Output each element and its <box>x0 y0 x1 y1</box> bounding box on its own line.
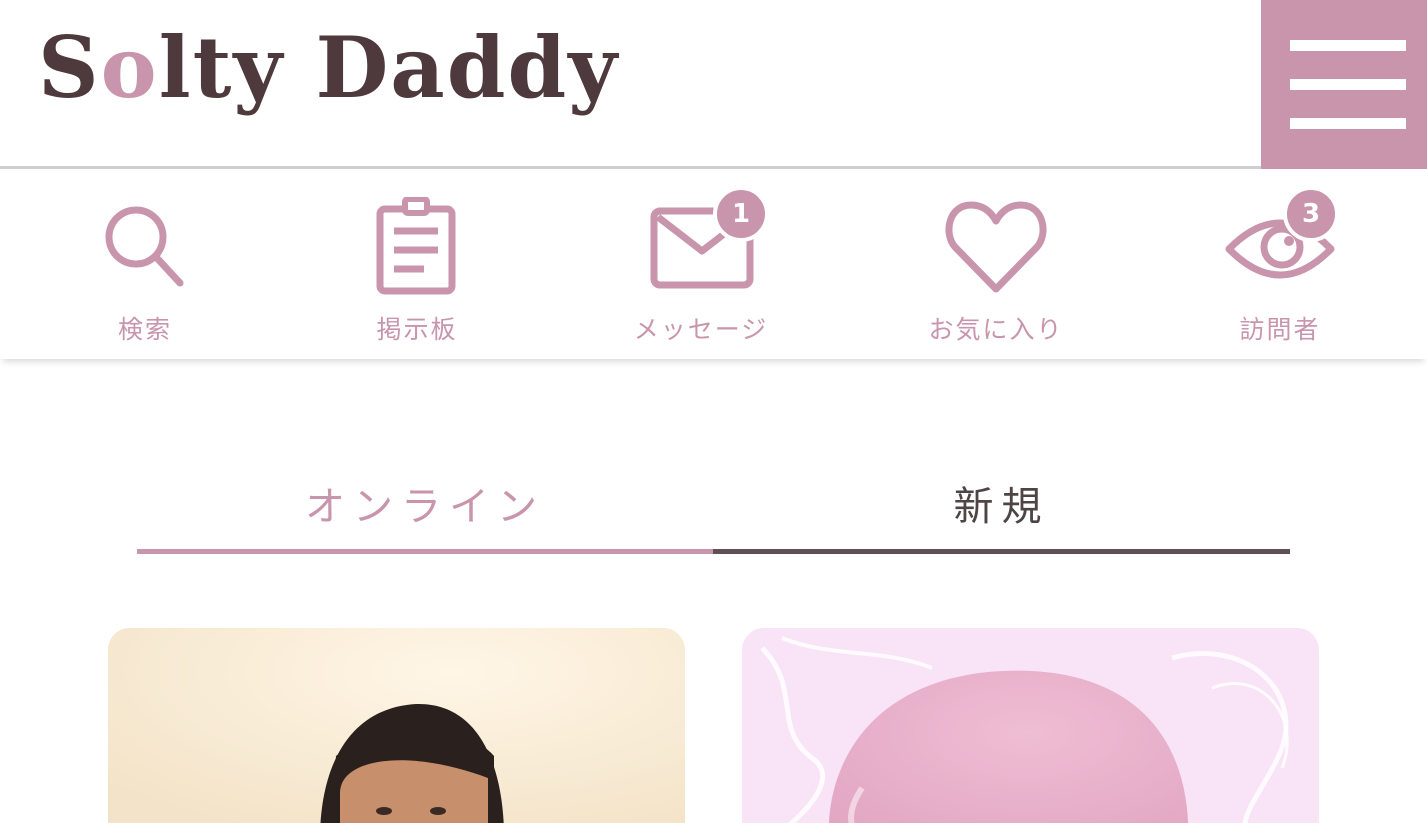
menu-bar-icon <box>1290 79 1406 90</box>
default-avatar-icon <box>760 636 1289 823</box>
visitor-count-badge: 3 <box>1283 186 1339 242</box>
heart-icon <box>945 201 1047 293</box>
profile-photo <box>108 628 685 823</box>
tab-new-label: 新規 <box>953 484 1050 530</box>
icon-nav-bar: 検索 掲示板 1 メッセージ お気に入り 3 訪問者 <box>0 172 1427 359</box>
search-icon <box>105 206 184 287</box>
tab-new[interactable]: 新規 <box>713 468 1290 554</box>
nav-label-favorites: お気に入り <box>928 315 1064 344</box>
logo-text-o: o <box>100 18 159 117</box>
nav-label-visitors: 訪問者 <box>1239 315 1321 344</box>
nav-item-messages[interactable]: 1 メッセージ <box>581 172 821 359</box>
message-count-badge: 1 <box>713 186 769 242</box>
hamburger-menu-button[interactable] <box>1261 0 1427 169</box>
nav-item-favorites[interactable]: お気に入り <box>876 172 1116 359</box>
nav-item-search[interactable]: 検索 <box>25 172 265 359</box>
nav-item-board[interactable]: 掲示板 <box>297 172 537 359</box>
menu-bar-icon <box>1290 118 1406 129</box>
nav-label-board: 掲示板 <box>376 315 458 344</box>
profile-card[interactable] <box>742 628 1319 823</box>
nav-label-messages: メッセージ <box>633 315 769 344</box>
clipboard-icon <box>376 197 456 295</box>
tab-bar: オンライン 新規 <box>137 468 1290 554</box>
nav-item-visitors[interactable]: 3 訪問者 <box>1160 172 1400 359</box>
tab-online[interactable]: オンライン <box>137 468 713 554</box>
app-header: Solty Daddy <box>0 0 1427 169</box>
nav-label-search: 検索 <box>117 315 172 344</box>
tab-online-underline <box>137 549 713 554</box>
logo[interactable]: Solty Daddy <box>38 26 619 110</box>
menu-bar-icon <box>1290 40 1406 51</box>
logo-text-s: S <box>38 18 101 117</box>
logo-text-rest: lty Daddy <box>158 18 620 117</box>
profile-card[interactable] <box>108 628 685 823</box>
tab-online-label: オンライン <box>305 484 545 530</box>
tab-new-underline <box>713 549 1290 554</box>
